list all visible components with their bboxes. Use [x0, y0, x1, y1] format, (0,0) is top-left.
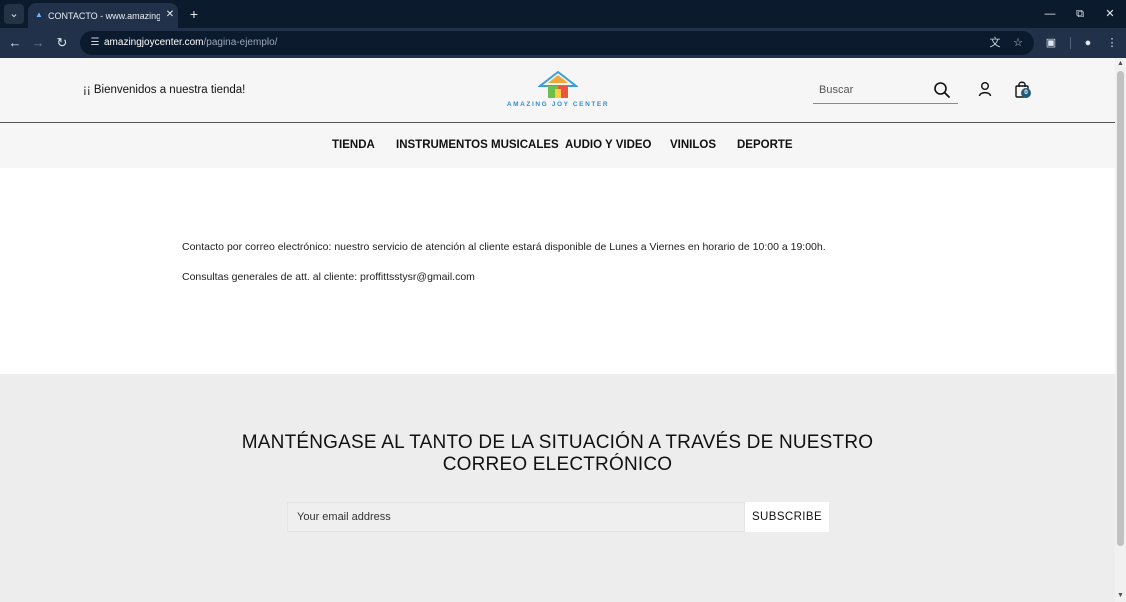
subscribe-button[interactable]: SUBSCRIBE [745, 502, 829, 532]
newsletter-form: SUBSCRIBE [287, 502, 829, 532]
profile-avatar-icon[interactable]: ● [1078, 33, 1098, 53]
address-bar[interactable]: ☰ amazingjoycenter.com/pagina-ejemplo/ 文… [80, 31, 1034, 55]
url-host: amazingjoycenter.com [104, 37, 204, 48]
window-minimize-icon[interactable]: — [1038, 4, 1062, 24]
search-box [813, 78, 958, 104]
tab-close-icon[interactable]: ✕ [164, 7, 176, 23]
translate-icon[interactable]: 文 [986, 34, 1004, 52]
logo-wordmark: AMAZING JOY CENTER [506, 101, 610, 108]
nav-item-vinilos[interactable]: VINILOS [670, 138, 716, 152]
window-close-icon[interactable]: ✕ [1098, 4, 1122, 24]
newsletter-heading: MANTÉNGASE AL TANTO DE LA SITUACIÓN A TR… [0, 432, 1115, 476]
search-icon[interactable] [933, 81, 951, 99]
tab-search-chevron-icon[interactable]: ⌄ [4, 4, 24, 24]
nav-item-audio-y-video[interactable]: AUDIO Y VIDEO [565, 138, 652, 152]
search-input[interactable] [819, 82, 929, 98]
browser-menu-kebab-icon[interactable]: ⋮ [1102, 33, 1122, 53]
house-logo-icon [538, 70, 578, 98]
site-favicon-icon: ▲ [35, 10, 43, 19]
scroll-down-arrow-icon[interactable]: ▼ [1115, 590, 1126, 602]
reload-icon[interactable]: ↻ [52, 33, 72, 53]
contact-hours-text: Contacto por correo electrónico: nuestro… [182, 241, 826, 253]
new-tab-plus-icon[interactable]: + [186, 4, 202, 24]
screenshot-capture-icon[interactable]: ▣ [1041, 33, 1061, 53]
welcome-message: ¡¡ Bienvenidos a nuestra tienda! [83, 84, 246, 96]
nav-item-tienda[interactable]: TIENDA [332, 138, 375, 152]
browser-toolbar: ← → ↻ ☰ amazingjoycenter.com/pagina-ejem… [0, 28, 1126, 58]
site-settings-tune-icon[interactable]: ☰ [86, 34, 104, 52]
main-navigation: TIENDA INSTRUMENTOS MUSICALES AUDIO Y VI… [0, 123, 1115, 168]
address-url[interactable]: amazingjoycenter.com/pagina-ejemplo/ [104, 36, 277, 50]
toolbar-divider [1070, 37, 1071, 49]
tab-title: CONTACTO - www.amazingjoycenter.com [48, 11, 160, 21]
nav-item-instrumentos-musicales[interactable]: INSTRUMENTOS MUSICALES [396, 138, 559, 152]
site-header: ¡¡ Bienvenidos a nuestra tienda! AMAZING… [0, 58, 1115, 122]
cart-count-badge: 0 [1021, 88, 1031, 98]
newsletter-section: MANTÉNGASE AL TANTO DE LA SITUACIÓN A TR… [0, 374, 1115, 602]
forward-arrow-icon[interactable]: → [28, 33, 48, 53]
nav-item-deporte[interactable]: DEPORTE [737, 138, 793, 152]
newsletter-email-input[interactable] [287, 502, 745, 532]
scrollbar-thumb[interactable] [1117, 71, 1124, 546]
browser-tab-active[interactable]: ▲ CONTACTO - www.amazingjoycenter.com ✕ [28, 3, 178, 28]
site-logo[interactable]: AMAZING JOY CENTER [504, 70, 612, 112]
bookmark-star-icon[interactable]: ☆ [1009, 34, 1027, 52]
back-arrow-icon[interactable]: ← [5, 33, 25, 53]
contact-email-text: Consultas generales de att. al cliente: … [182, 271, 475, 283]
page-viewport: ¡¡ Bienvenidos a nuestra tienda! AMAZING… [0, 58, 1115, 602]
browser-tab-strip: ⌄ ▲ CONTACTO - www.amazingjoycenter.com … [0, 0, 1126, 28]
account-user-icon[interactable] [977, 81, 993, 97]
scroll-up-arrow-icon[interactable]: ▲ [1115, 58, 1126, 70]
url-path: /pagina-ejemplo/ [203, 37, 278, 48]
newsletter-heading-line1: MANTÉNGASE AL TANTO DE LA SITUACIÓN A TR… [241, 432, 874, 453]
window-restore-icon[interactable]: ⧉ [1068, 4, 1092, 24]
page-scrollbar[interactable]: ▲ ▼ [1115, 58, 1126, 602]
newsletter-heading-line2: CORREO ELECTRÓNICO [442, 454, 673, 475]
